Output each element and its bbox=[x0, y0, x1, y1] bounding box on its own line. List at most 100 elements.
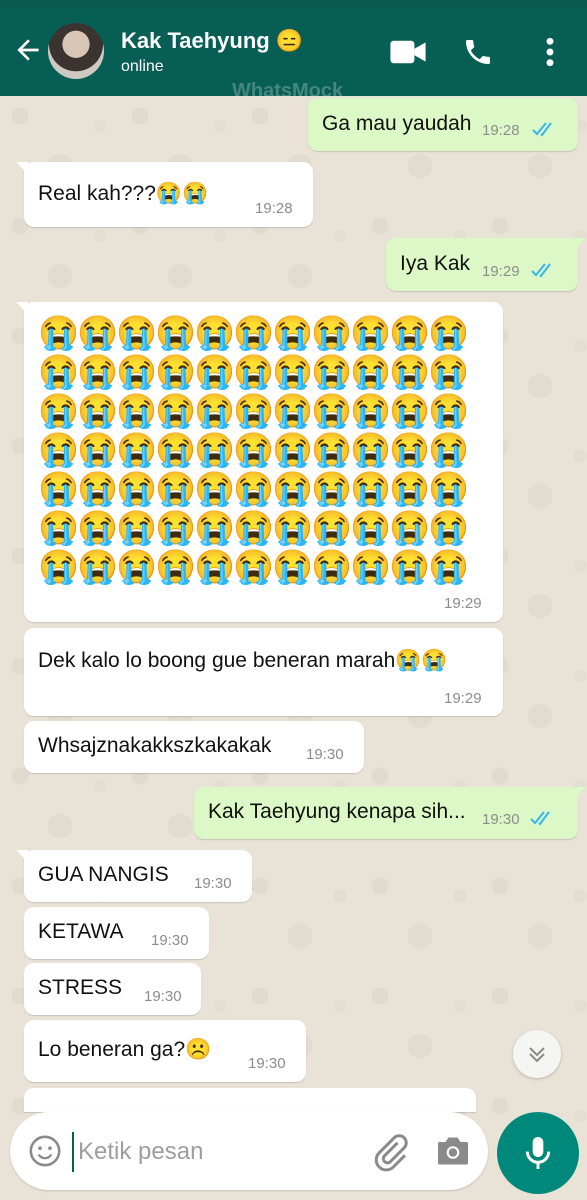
crying-face-emoji: 😭 bbox=[77, 314, 119, 351]
avatar[interactable] bbox=[48, 23, 104, 79]
crying-face-emoji: 😭 bbox=[272, 392, 314, 429]
message-bubble-outgoing[interactable]: Kak Taehyung kenapa sih... 19:30 bbox=[194, 787, 586, 839]
crying-face-emoji: 😭 bbox=[350, 470, 392, 507]
crying-face-emoji: 😭 bbox=[155, 314, 197, 351]
crying-face-emoji: 😭 bbox=[38, 470, 80, 507]
crying-face-emoji: 😭 bbox=[311, 470, 353, 507]
voice-call-icon[interactable] bbox=[462, 36, 494, 68]
crying-face-emoji: 😭 bbox=[428, 509, 470, 546]
crying-face-emoji: 😭 bbox=[155, 353, 197, 390]
crying-face-emoji: 😭 bbox=[77, 470, 119, 507]
video-call-icon[interactable] bbox=[388, 36, 428, 68]
crying-face-emoji: 😭 bbox=[311, 314, 353, 351]
scroll-to-bottom-button[interactable] bbox=[513, 1030, 561, 1078]
crying-face-emoji: 😭 bbox=[194, 392, 236, 429]
message-bubble-incoming[interactable]: 😭 😭 😭 😭 😭 😭 😭 😭 😭 😭 😭 😭 😭 😭 😭 😭 😭 😭 😭 😭 😭 😭 😭 😭 😭 😭 😭 😭 😭 😭 😭 😭 😭 😭 😭 😭 😭 😭 😭 😭… bbox=[16, 302, 503, 622]
crying-face-emoji: 😭 bbox=[311, 509, 353, 546]
crying-face-emoji: 😭 bbox=[155, 431, 197, 468]
emoji-block: 😭 😭 😭 😭 😭 😭 😭 😭 😭 😭 😭 😭 😭 😭 😭 😭 😭 😭 😭 😭 😭 😭 😭 😭 😭 😭 😭 😭 😭 😭 😭 😭 😭 😭 😭 😭 😭 😭 😭 😭… bbox=[38, 314, 478, 586]
crying-face-emoji: 😭 bbox=[116, 392, 158, 429]
crying-face-emoji: 😭 bbox=[428, 392, 470, 429]
bubble-tail bbox=[16, 850, 28, 862]
contact-name-text: Kak Taehyung bbox=[121, 28, 270, 53]
chat-header: Kak Taehyung 😑 online WhatsMock bbox=[0, 8, 587, 102]
crying-face-emoji: 😭 bbox=[272, 431, 314, 468]
bubble-tail bbox=[16, 302, 28, 314]
crying-face-emoji: 😭 bbox=[155, 509, 197, 546]
crying-face-emoji: 😭 bbox=[311, 353, 353, 390]
crying-face-emoji: 😭 bbox=[155, 470, 197, 507]
message-bubble-incoming[interactable]: Lo beneran ga?☹️ 19:30 bbox=[24, 1020, 306, 1082]
more-options-icon[interactable] bbox=[540, 36, 560, 68]
crying-face-emoji: 😭 bbox=[428, 314, 470, 351]
crying-face-emoji: 😭 bbox=[77, 548, 119, 585]
chevron-double-down-icon bbox=[529, 1047, 545, 1063]
crying-face-emoji: 😭 bbox=[389, 509, 431, 546]
message-time: 19:30 bbox=[482, 811, 520, 828]
crying-face-emoji: 😭 bbox=[428, 353, 470, 390]
crying-face-emoji: 😭 bbox=[389, 548, 431, 585]
bubble-tail bbox=[574, 787, 586, 799]
message-time: 19:30 bbox=[144, 988, 182, 1005]
message-bubble-incoming[interactable]: Dek kalo lo boong gue beneran marah😭😭 19… bbox=[24, 628, 503, 716]
crying-face-emoji: 😭 bbox=[38, 392, 80, 429]
message-text: GUA NANGIS bbox=[38, 862, 169, 886]
message-bubble-incoming[interactable]: Real kah???😭😭 19:28 bbox=[16, 162, 313, 227]
crying-face-emoji: 😭 bbox=[428, 431, 470, 468]
crying-face-emoji: 😭 bbox=[194, 548, 236, 585]
message-bubble-outgoing[interactable]: Iya Kak 19:29 bbox=[386, 238, 586, 291]
message-composer bbox=[10, 1112, 488, 1190]
crying-face-emoji: 😭 bbox=[350, 431, 392, 468]
crying-face-emoji: 😭 bbox=[194, 431, 236, 468]
message-bubble-incoming[interactable]: GUA NANGIS 19:30 bbox=[16, 850, 252, 902]
crying-face-emoji: 😭 bbox=[77, 353, 119, 390]
crying-face-emoji: 😭 bbox=[272, 353, 314, 390]
crying-face-emoji: 😭 bbox=[350, 392, 392, 429]
status-bar bbox=[0, 0, 587, 8]
message-text: Ga mau yaudah bbox=[322, 111, 472, 135]
crying-face-emoji: 😭 bbox=[233, 431, 275, 468]
message-bubble-incoming[interactable]: KETAWA 19:30 bbox=[24, 907, 209, 959]
crying-face-emoji: 😭 bbox=[155, 392, 197, 429]
crying-face-emoji: 😭 bbox=[389, 470, 431, 507]
double-check-icon bbox=[531, 263, 551, 278]
crying-face-emoji: 😭 bbox=[116, 470, 158, 507]
message-text: KETAWA bbox=[38, 919, 124, 943]
crying-face-emoji: 😭 bbox=[311, 548, 353, 585]
crying-face-emoji: 😭 bbox=[116, 314, 158, 351]
crying-face-emoji: 😭 bbox=[233, 548, 275, 585]
message-text: STRESS bbox=[38, 975, 123, 999]
crying-face-emoji: 😭 bbox=[233, 392, 275, 429]
crying-face-emoji: 😭 bbox=[272, 314, 314, 351]
back-arrow-icon[interactable] bbox=[12, 34, 44, 66]
message-time: 19:29 bbox=[482, 263, 520, 280]
crying-face-emoji: 😭 bbox=[194, 353, 236, 390]
voice-record-button[interactable] bbox=[497, 1112, 579, 1194]
contact-name[interactable]: Kak Taehyung 😑 bbox=[121, 28, 303, 54]
emoji-icon[interactable] bbox=[28, 1134, 62, 1168]
crying-face-emoji: 😭 bbox=[38, 509, 80, 546]
camera-icon[interactable] bbox=[435, 1134, 471, 1168]
message-text: Iya Kak bbox=[400, 251, 471, 275]
message-text: Lo beneran ga?☹️ bbox=[38, 1037, 212, 1061]
crying-face-emoji: 😭 bbox=[116, 509, 158, 546]
message-time: 19:29 bbox=[444, 595, 482, 612]
crying-face-emoji: 😭 bbox=[116, 431, 158, 468]
crying-face-emoji: 😭 bbox=[155, 548, 197, 585]
message-input[interactable] bbox=[72, 1132, 350, 1172]
crying-face-emoji: 😭 bbox=[116, 353, 158, 390]
crying-face-emoji: 😭 bbox=[233, 470, 275, 507]
message-bubble-incoming[interactable]: STRESS 19:30 bbox=[24, 963, 201, 1015]
message-bubble-incoming[interactable]: Whsajznakakkszkakakak 19:30 bbox=[24, 721, 364, 773]
message-bubble-outgoing[interactable]: Ga mau yaudah 19:28 bbox=[308, 98, 578, 151]
crying-face-emoji: 😭 bbox=[311, 431, 353, 468]
message-time: 19:28 bbox=[255, 200, 293, 217]
crying-face-emoji: 😭 bbox=[77, 509, 119, 546]
message-time: 19:28 bbox=[482, 122, 520, 139]
crying-face-emoji: 😭 bbox=[389, 431, 431, 468]
crying-face-emoji: 😭 bbox=[194, 509, 236, 546]
crying-face-emoji: 😭 bbox=[38, 353, 80, 390]
attach-icon[interactable] bbox=[370, 1132, 410, 1172]
double-check-icon bbox=[530, 811, 550, 826]
crying-face-emoji: 😭 bbox=[389, 392, 431, 429]
